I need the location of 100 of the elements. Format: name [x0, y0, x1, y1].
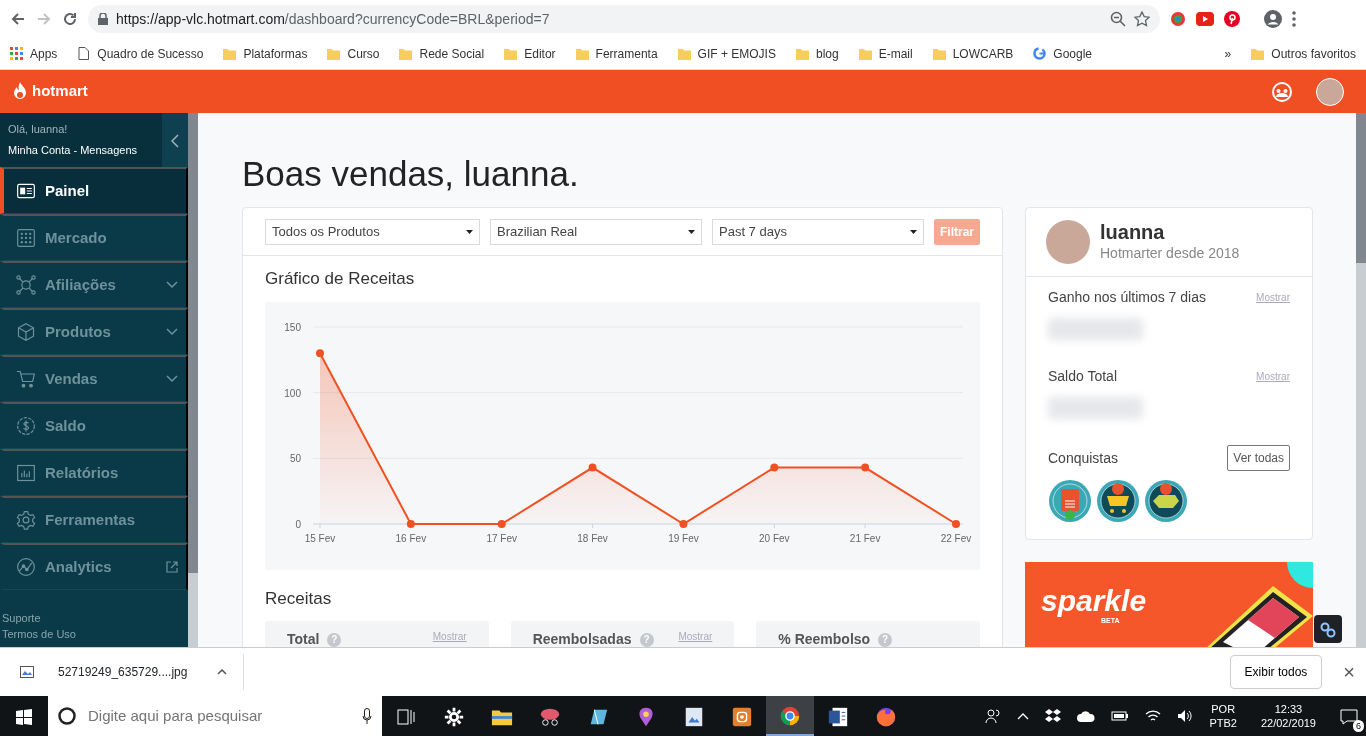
achievement-badge-icon[interactable]: [1144, 479, 1188, 524]
data-point[interactable]: [588, 463, 597, 472]
banner-title: sparkle: [1041, 586, 1147, 617]
sidebar-item[interactable]: Painel: [0, 167, 188, 215]
gear-icon: [443, 705, 465, 728]
section-title: Conquistas: [1048, 448, 1119, 468]
metric-label: Total: [287, 630, 320, 647]
notification-count: 6: [1353, 720, 1364, 732]
dropdown[interactable]: Todos os Produtos: [265, 218, 480, 245]
external-link-icon: [166, 561, 178, 574]
chevron-left-icon: [171, 133, 179, 148]
clock-date[interactable]: 22/02/2019: [1260, 716, 1316, 730]
show-all-button[interactable]: Exibir todos: [1229, 655, 1323, 689]
video-icon[interactable]: [1196, 12, 1214, 26]
clock-time[interactable]: 12:33: [1260, 702, 1316, 716]
caret-down-icon: [688, 229, 695, 234]
stat-label: Ganho nos últimos 7 dias: [1048, 288, 1206, 308]
account-links[interactable]: Minha Conta - Mensagens: [8, 141, 162, 159]
bookmark[interactable]: E-mail: [858, 44, 913, 63]
taskbar-app[interactable]: [766, 696, 814, 736]
bookmark[interactable]: blog: [795, 44, 839, 63]
search-box[interactable]: Digite aqui para pesquisar: [48, 696, 382, 736]
caret-down-icon: [910, 229, 917, 234]
zoom-out-icon[interactable]: [1110, 11, 1126, 27]
bookmark[interactable]: Google: [1033, 44, 1093, 63]
data-point[interactable]: [679, 519, 688, 528]
dropdown[interactable]: Past 7 days: [712, 218, 924, 245]
metric-label: % Reembolso: [778, 630, 871, 647]
bookmark[interactable]: Curso: [327, 44, 380, 63]
collapse-button[interactable]: [162, 113, 188, 168]
scrollbar[interactable]: [1356, 113, 1366, 647]
speaker-icon[interactable]: [1177, 709, 1194, 723]
language-indicator[interactable]: POR: [1209, 702, 1237, 716]
bookmark[interactable]: Apps: [10, 44, 58, 63]
cortana-icon: [58, 707, 76, 725]
stat-label: Saldo Total: [1048, 367, 1117, 387]
caret-up-icon[interactable]: [217, 669, 228, 675]
cube-icon: [16, 322, 36, 343]
cart-icon: [16, 369, 36, 390]
flame-logo-icon: [12, 81, 28, 102]
logo-text[interactable]: hotmart: [32, 80, 88, 103]
link-button[interactable]: [1314, 615, 1342, 643]
member-since: Hotmarter desde 2018: [1100, 243, 1240, 263]
more-icon[interactable]: [1292, 11, 1296, 27]
section-title: Gráfico de Receitas: [265, 268, 416, 291]
data-point[interactable]: [406, 519, 415, 528]
search-field[interactable]: Digite aqui para pesquisar: [86, 703, 352, 729]
folder-icon: [223, 47, 237, 60]
data-point[interactable]: [861, 463, 870, 472]
axis-label: 19 Fev: [668, 532, 699, 544]
greeting-text: Olá, luanna!: [8, 122, 69, 138]
star-icon[interactable]: [1134, 11, 1150, 27]
see-all-button[interactable]: Ver todas: [1227, 445, 1290, 472]
axis-label: 16 Fev: [395, 532, 427, 544]
scrollbar[interactable]: [188, 113, 198, 647]
data-point[interactable]: [952, 519, 960, 528]
data-point[interactable]: [316, 348, 324, 357]
data-point[interactable]: [770, 463, 779, 472]
battery-icon[interactable]: [1111, 710, 1130, 722]
back-arrow-icon[interactable]: [10, 11, 26, 27]
bookmark[interactable]: Ferramenta: [575, 44, 658, 63]
data-point[interactable]: [497, 519, 506, 528]
people-icon[interactable]: [985, 708, 1002, 724]
reload-icon[interactable]: [62, 11, 78, 27]
bookmark[interactable]: Outros favoritos: [1251, 44, 1356, 63]
close-button[interactable]: ×: [1342, 656, 1356, 688]
bookmark[interactable]: Rede Social: [399, 44, 485, 63]
wifi-icon[interactable]: [1145, 709, 1162, 723]
axis-label: 15 Fev: [304, 532, 336, 544]
overflow-chevron[interactable]: »: [1224, 44, 1232, 63]
bookmark[interactable]: GIF + EMOJIS: [677, 44, 776, 63]
achievement-badge-icon[interactable]: [1096, 479, 1140, 524]
page-icon: [77, 47, 91, 60]
footer-link[interactable]: Suporte: [2, 610, 186, 627]
folder-icon: [575, 47, 589, 60]
bookmark[interactable]: LOWCARB: [932, 44, 1014, 63]
picture-icon: [683, 705, 705, 728]
bookmark[interactable]: Plataformas: [223, 44, 308, 63]
extension-icon[interactable]: [1170, 11, 1186, 27]
chevron-down-icon: [166, 328, 178, 337]
download-file-name[interactable]: 52719249_635729....jpg: [58, 663, 188, 681]
bar-chart-icon: [16, 463, 36, 484]
footer-link[interactable]: Termos de Uso: [2, 626, 186, 643]
pin-icon[interactable]: [1224, 11, 1240, 27]
user-name: luanna: [1100, 220, 1166, 243]
axis-label: 17 Fev: [486, 532, 517, 544]
fox-globe-icon: [875, 705, 897, 728]
bookmark[interactable]: Editor: [504, 44, 556, 63]
avatar-placeholder[interactable]: [1316, 77, 1344, 106]
google-icon: [1033, 47, 1047, 60]
bookmark[interactable]: Quadro de Sucesso: [77, 44, 204, 63]
page-title: Boas vendas, luanna.: [242, 153, 580, 196]
cloud-icon[interactable]: [1077, 709, 1096, 723]
profile-icon[interactable]: [1264, 10, 1282, 28]
axis-label: 18 Fev: [577, 532, 608, 544]
box-icon[interactable]: [1045, 709, 1062, 723]
notification-icon[interactable]: [1340, 708, 1358, 725]
keyboard-layout[interactable]: PTB2: [1209, 716, 1237, 730]
community-icon[interactable]: [1272, 81, 1292, 102]
dropdown[interactable]: Brazilian Real: [490, 218, 702, 245]
